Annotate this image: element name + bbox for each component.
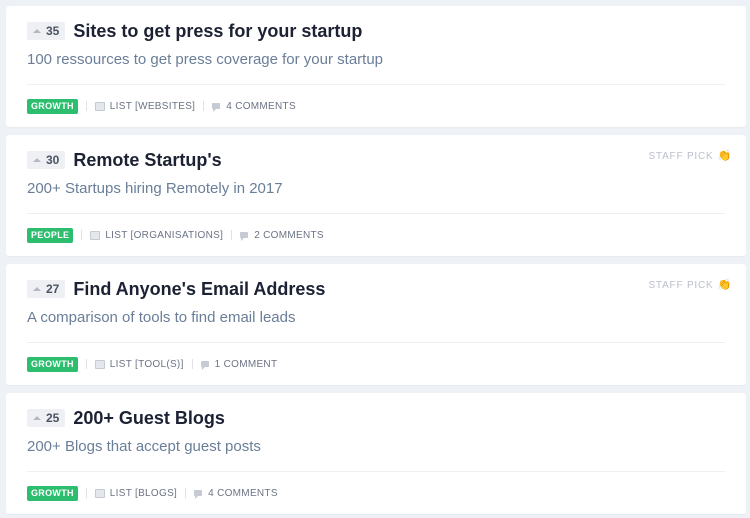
post-subtitle: 200+ Startups hiring Remotely in 2017: [27, 180, 283, 197]
comments-link[interactable]: 4 COMMENTS: [226, 101, 296, 112]
upvote-button[interactable]: 27: [27, 280, 66, 298]
post-header: 27 Find Anyone's Email Address: [27, 277, 325, 301]
post-header: 25 200+ Guest Blogs: [27, 406, 225, 430]
post-card[interactable]: 35 Sites to get press for your startup 1…: [6, 6, 746, 127]
post-meta: GROWTH LIST [WEBSITES] 4 COMMENTS: [27, 98, 296, 114]
upvote-button[interactable]: 30: [27, 151, 66, 169]
upvote-arrow-icon: [33, 158, 41, 162]
vote-count: 25: [46, 411, 60, 425]
post-meta: GROWTH LIST [TOOL(S)] 1 COMMENT: [27, 356, 277, 372]
meta-separator: [85, 101, 87, 111]
list-icon: [94, 359, 105, 369]
comment-icon: [194, 490, 203, 499]
post-card[interactable]: 30 Remote Startup's STAFF PICK 👏 200+ St…: [6, 135, 746, 256]
staff-pick-label: STAFF PICK: [648, 151, 714, 162]
upvote-button[interactable]: 25: [27, 409, 66, 427]
category-tag[interactable]: GROWTH: [27, 485, 78, 501]
post-card[interactable]: 25 200+ Guest Blogs 200+ Blogs that acce…: [6, 393, 746, 514]
category-tag[interactable]: PEOPLE: [27, 227, 74, 243]
list-type-link[interactable]: LIST [TOOL(S)]: [110, 359, 184, 370]
comment-icon: [212, 103, 221, 112]
post-card[interactable]: 27 Find Anyone's Email Address STAFF PIC…: [6, 264, 746, 385]
comments-link[interactable]: 2 COMMENTS: [254, 230, 324, 241]
post-title[interactable]: Find Anyone's Email Address: [73, 279, 325, 300]
meta-separator: [85, 359, 87, 369]
post-meta: GROWTH LIST [BLOGS] 4 COMMENTS: [27, 485, 278, 501]
comments-link[interactable]: 4 COMMENTS: [208, 488, 278, 499]
staff-pick-badge: STAFF PICK 👏: [648, 279, 732, 292]
upvote-arrow-icon: [33, 416, 41, 420]
vote-count: 35: [46, 24, 60, 38]
post-subtitle: A comparison of tools to find email lead…: [27, 309, 296, 326]
list-icon: [90, 230, 101, 240]
meta-separator: [231, 230, 233, 240]
post-header: 35 Sites to get press for your startup: [27, 19, 362, 43]
post-header: 30 Remote Startup's: [27, 148, 222, 172]
list-type-link[interactable]: LIST [ORGANISATIONS]: [105, 230, 223, 241]
upvote-arrow-icon: [33, 29, 41, 33]
clapping-hands-icon: 👏: [717, 279, 732, 291]
list-type-link[interactable]: LIST [BLOGS]: [110, 488, 177, 499]
post-title[interactable]: Sites to get press for your startup: [73, 21, 362, 42]
staff-pick-label: STAFF PICK: [648, 280, 714, 291]
meta-separator: [85, 488, 87, 498]
upvote-arrow-icon: [33, 287, 41, 291]
divider: [27, 213, 725, 214]
comment-icon: [200, 361, 209, 370]
vote-count: 27: [46, 282, 60, 296]
divider: [27, 84, 725, 85]
divider: [27, 342, 725, 343]
vote-count: 30: [46, 153, 60, 167]
post-title[interactable]: Remote Startup's: [73, 150, 221, 171]
list-icon: [94, 101, 105, 111]
divider: [27, 471, 725, 472]
comments-link[interactable]: 1 COMMENT: [215, 359, 278, 370]
meta-separator: [191, 359, 193, 369]
list-icon: [94, 488, 105, 498]
category-tag[interactable]: GROWTH: [27, 98, 78, 114]
staff-pick-badge: STAFF PICK 👏: [648, 150, 732, 163]
clapping-hands-icon: 👏: [717, 150, 732, 162]
upvote-button[interactable]: 35: [27, 22, 66, 40]
post-feed: 35 Sites to get press for your startup 1…: [0, 0, 750, 518]
category-tag[interactable]: GROWTH: [27, 356, 78, 372]
post-meta: PEOPLE LIST [ORGANISATIONS] 2 COMMENTS: [27, 227, 324, 243]
comment-icon: [240, 232, 249, 241]
post-subtitle: 100 ressources to get press coverage for…: [27, 51, 384, 68]
meta-separator: [81, 230, 83, 240]
post-subtitle: 200+ Blogs that accept guest posts: [27, 438, 261, 455]
list-type-link[interactable]: LIST [WEBSITES]: [110, 101, 195, 112]
post-title[interactable]: 200+ Guest Blogs: [73, 408, 225, 429]
meta-separator: [203, 101, 205, 111]
meta-separator: [185, 488, 187, 498]
